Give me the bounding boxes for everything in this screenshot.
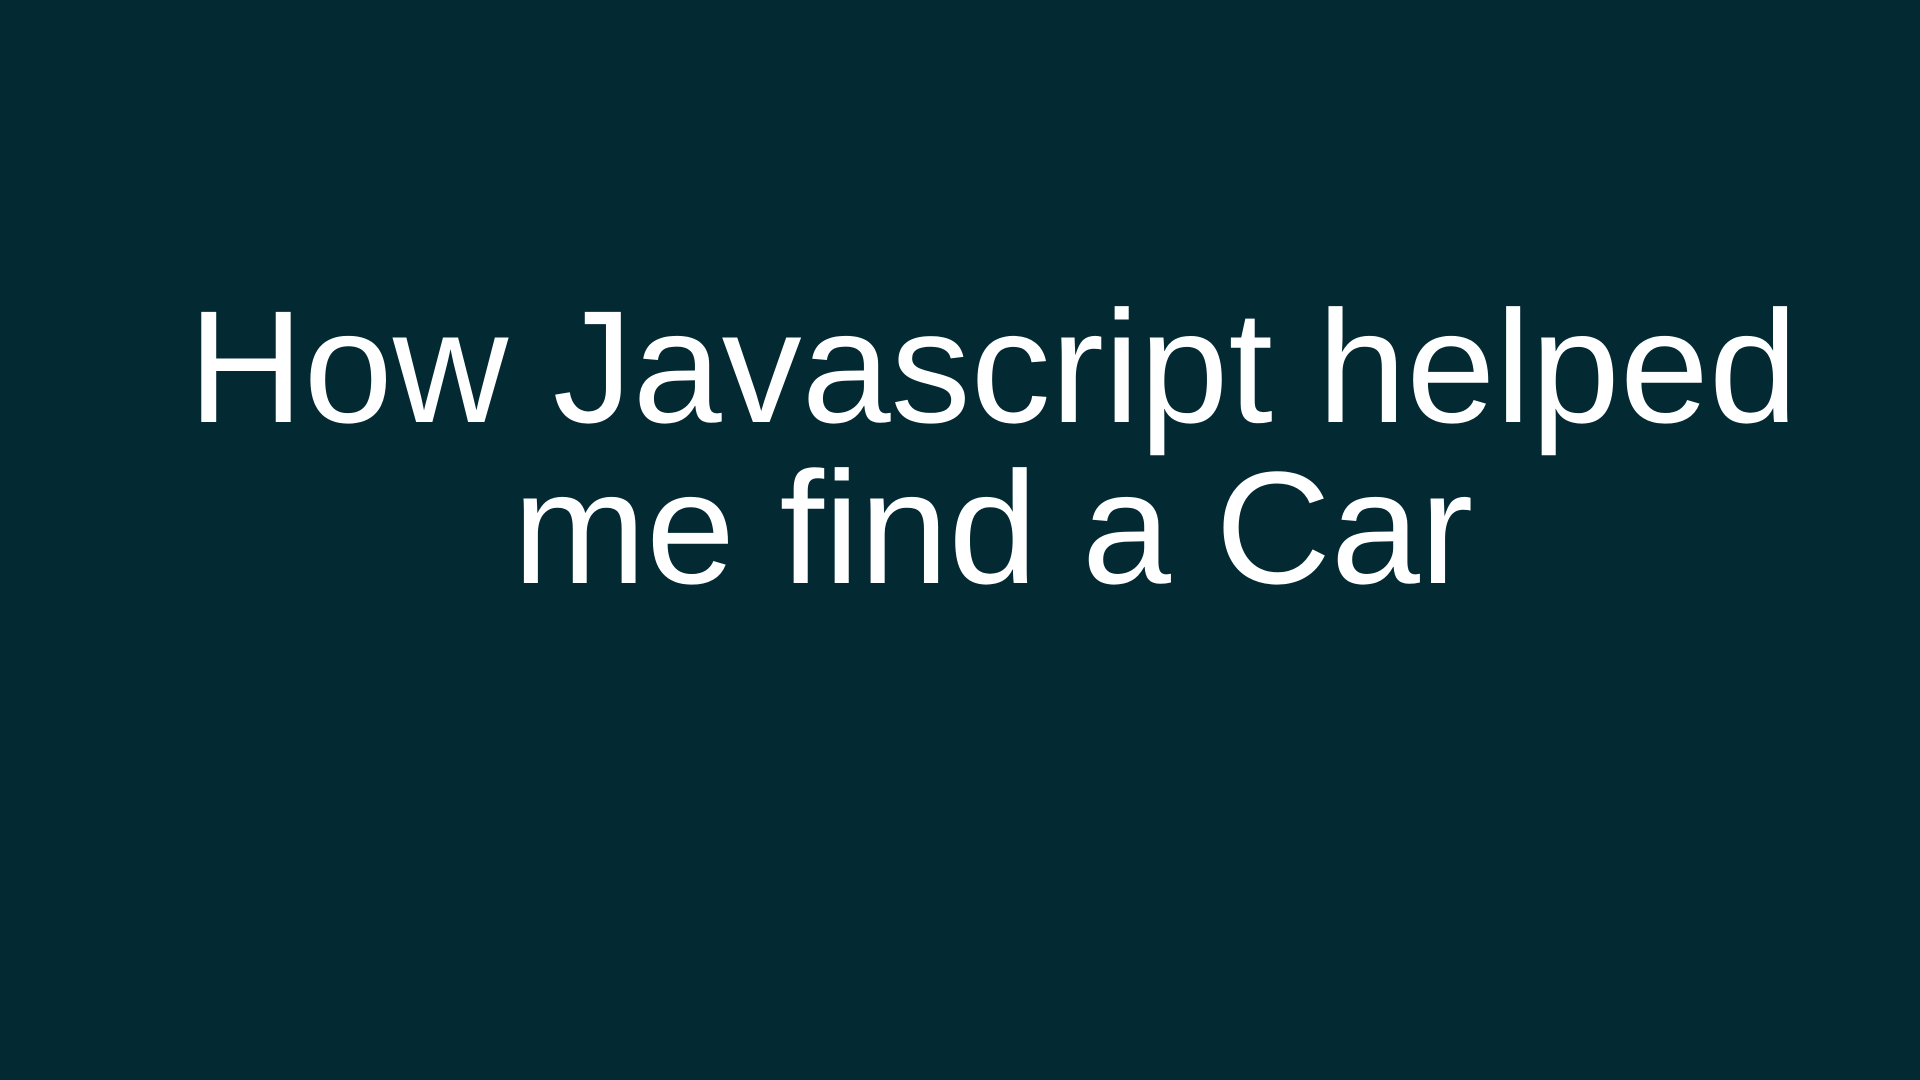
slide: { "slide": { "background_color": "#032a3… [0, 0, 1920, 1080]
slide-title: How Javascript helped me find a Car [0, 286, 1920, 608]
slide-title-line-1: How Javascript helped [188, 277, 1798, 456]
slide-title-line-2: me find a Car [512, 438, 1474, 617]
